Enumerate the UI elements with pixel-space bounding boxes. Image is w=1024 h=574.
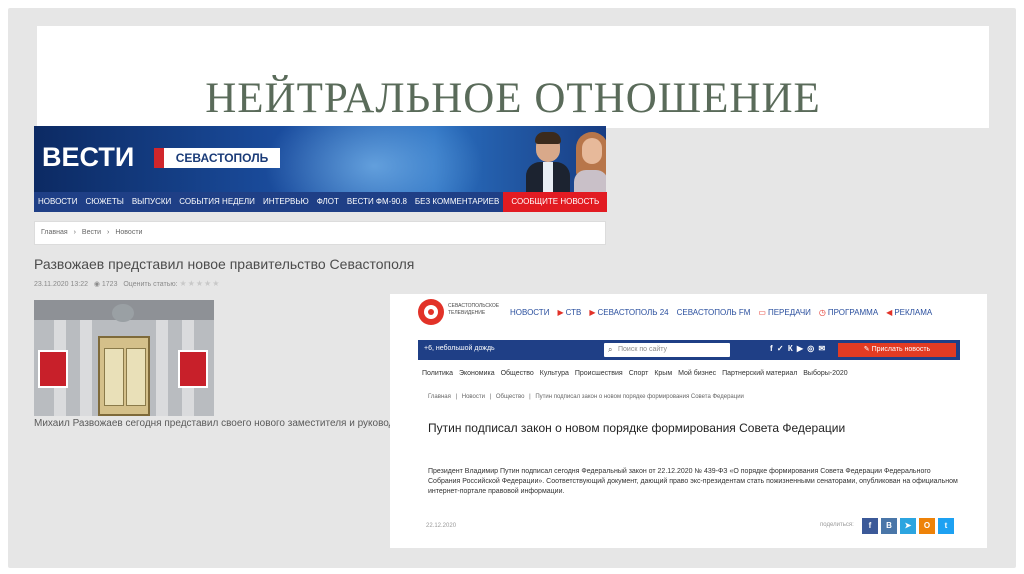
vesti-nav-episodes[interactable]: ВЫПУСКИ	[128, 192, 175, 212]
category-elections[interactable]: Выборы-2020	[803, 370, 847, 377]
stv-logo-icon[interactable]	[418, 299, 444, 325]
category-sport[interactable]: Спорт	[629, 370, 649, 377]
vesti-logo[interactable]: ВЕСТИ	[42, 142, 134, 173]
rating-stars[interactable]: ★★★★★	[180, 279, 221, 288]
stv-header: СЕВАСТОПОЛЬСКОЕ ТЕЛЕВИДЕНИЕ НОВОСТИ ▶ СТВ…	[390, 294, 987, 330]
stv-categories: Политика Экономика Общество Культура Про…	[422, 370, 852, 377]
clock-icon: ◷	[818, 307, 826, 317]
breadcrumb-home[interactable]: Главная	[41, 229, 68, 236]
banner-glow	[264, 126, 484, 192]
stv-menu-sevfm[interactable]: СЕВАСТОПОЛЬ FM	[677, 308, 751, 317]
vesti-nav-fleet[interactable]: ФЛОТ	[313, 192, 343, 212]
odnoklassniki-share-button[interactable]: О	[919, 518, 935, 534]
stv-menu-shows[interactable]: ▭ ПЕРЕДАЧИ	[758, 308, 811, 317]
breadcrumb-vesti[interactable]: Вести	[82, 229, 101, 236]
vesti-article-headline: Развожаев представил новое правительство…	[34, 256, 415, 272]
breadcrumb-home[interactable]: Главная	[428, 394, 451, 400]
vesti-nav-interview[interactable]: ИНТЕРВЬЮ	[259, 192, 313, 212]
play-icon: ▶	[589, 307, 596, 317]
article-views: 1723	[101, 281, 118, 288]
stv-menu-stv[interactable]: ▶ СТВ	[557, 308, 581, 317]
stv-article-body: Президент Владимир Путин подписал сегодн…	[428, 468, 958, 495]
vesti-nav: НОВОСТИ СЮЖЕТЫ ВЫПУСКИ СОБЫТИЯ НЕДЕЛИ ИН…	[34, 192, 608, 212]
vesti-nav-stories[interactable]: СЮЖЕТЫ	[81, 192, 127, 212]
vesti-city-label: СЕВАСТОПОЛЬ	[164, 148, 280, 168]
breadcrumb-news[interactable]: Новости	[115, 229, 142, 236]
stv-brand-text: СЕВАСТОПОЛЬСКОЕ ТЕЛЕВИДЕНИЕ	[448, 303, 500, 316]
breadcrumb-news[interactable]: Новости	[462, 394, 485, 400]
weather-text: +6, небольшой дождь	[424, 345, 495, 352]
play-icon: ▶	[557, 307, 564, 317]
vesti-nav-fm[interactable]: ВЕСТИ ФМ-90.8	[343, 192, 411, 212]
anchor-woman-image	[574, 130, 606, 192]
category-partner[interactable]: Партнерский материал	[722, 370, 797, 377]
twitter-share-button[interactable]: t	[938, 518, 954, 534]
telegram-share-button[interactable]: ➤	[900, 518, 916, 534]
social-icons[interactable]: f ✓ К ▶ ◎ ✉	[770, 344, 826, 353]
vesti-breadcrumb: Главная › Вести › Новости	[34, 221, 606, 245]
slide-title: НЕЙТРАЛЬНОЕ ОТНОШЕНИЕ	[205, 75, 821, 122]
anchor-man-image	[524, 130, 572, 192]
send-news-button[interactable]: ✎ Прислать новость	[838, 343, 956, 357]
category-crimea[interactable]: Крым	[654, 370, 672, 377]
share-label: поделиться:	[820, 522, 854, 528]
vesti-nav-week-events[interactable]: СОБЫТИЯ НЕДЕЛИ	[175, 192, 259, 212]
vesti-report-news-button[interactable]: СООБЩИТЕ НОВОСТЬ	[503, 192, 608, 212]
category-culture[interactable]: Культура	[540, 370, 569, 377]
facebook-share-button[interactable]: f	[862, 518, 878, 534]
government-building-photo	[34, 300, 214, 416]
breadcrumb-current: Путин подписал закон о новом порядке фор…	[535, 394, 744, 400]
breadcrumb-separator: ›	[73, 229, 76, 236]
category-incidents[interactable]: Происшествия	[575, 370, 623, 377]
vesti-nav-no-comments[interactable]: БЕЗ КОММЕНТАРИЕВ	[411, 192, 503, 212]
vesti-photo-caption: Михаил Развожаев сегодня представил свое…	[34, 418, 411, 429]
search-icon: ⌕	[608, 345, 613, 354]
stv-top-bar: +6, небольшой дождь ⌕ Поиск по сайту f ✓…	[418, 340, 960, 360]
vesti-banner: ВЕСТИ СЕВАСТОПОЛЬ	[34, 126, 606, 192]
stv-menu-program[interactable]: ◷ ПРОГРАММА	[819, 308, 878, 317]
category-society[interactable]: Общество	[501, 370, 534, 377]
stv-article-title: Путин подписал закон о новом порядке фор…	[428, 421, 846, 435]
search-input[interactable]: ⌕ Поиск по сайту	[604, 343, 730, 357]
tv-icon: ▭	[758, 307, 766, 317]
stv-menu-ads[interactable]: ◀ РЕКЛАМА	[886, 308, 932, 317]
breadcrumb-separator: |	[455, 394, 458, 400]
breadcrumb-separator: |	[529, 394, 531, 400]
stv-menu-news[interactable]: НОВОСТИ	[510, 308, 549, 317]
category-my-business[interactable]: Мой бизнес	[678, 370, 716, 377]
eye-icon: ◉	[93, 281, 100, 288]
vk-share-button[interactable]: В	[881, 518, 897, 534]
stv-breadcrumb: Главная | Новости | Общество | Путин под…	[428, 394, 747, 400]
breadcrumb-society[interactable]: Общество	[496, 394, 525, 400]
vesti-flag-mark	[154, 148, 164, 168]
stv-article-date: 22.12.2020	[426, 523, 457, 529]
share-buttons: f В ➤ О t	[862, 518, 954, 534]
category-economy[interactable]: Экономика	[459, 370, 495, 377]
stv-screenshot: СЕВАСТОПОЛЬСКОЕ ТЕЛЕВИДЕНИЕ НОВОСТИ ▶ СТВ…	[390, 294, 987, 548]
breadcrumb-separator: |	[489, 394, 492, 400]
stv-menu: НОВОСТИ ▶ СТВ ▶ СЕВАСТОПОЛЬ 24 СЕВАСТОПОЛЬ…	[510, 294, 932, 330]
megaphone-icon: ◀	[886, 307, 893, 317]
rating-label: Оценить статью:	[123, 281, 178, 288]
category-politics[interactable]: Политика	[422, 370, 453, 377]
vesti-article-meta: 23.11.2020 13:22 ◉ 1723 Оценить статью: …	[34, 279, 220, 288]
search-placeholder: Поиск по сайту	[618, 346, 668, 353]
article-date: 23.11.2020 13:22	[34, 281, 88, 288]
vesti-nav-news[interactable]: НОВОСТИ	[34, 192, 81, 212]
breadcrumb-separator: ›	[107, 229, 110, 236]
title-box: НЕЙТРАЛЬНОЕ ОТНОШЕНИЕ	[37, 26, 989, 128]
stv-menu-sev24[interactable]: ▶ СЕВАСТОПОЛЬ 24	[589, 308, 668, 317]
